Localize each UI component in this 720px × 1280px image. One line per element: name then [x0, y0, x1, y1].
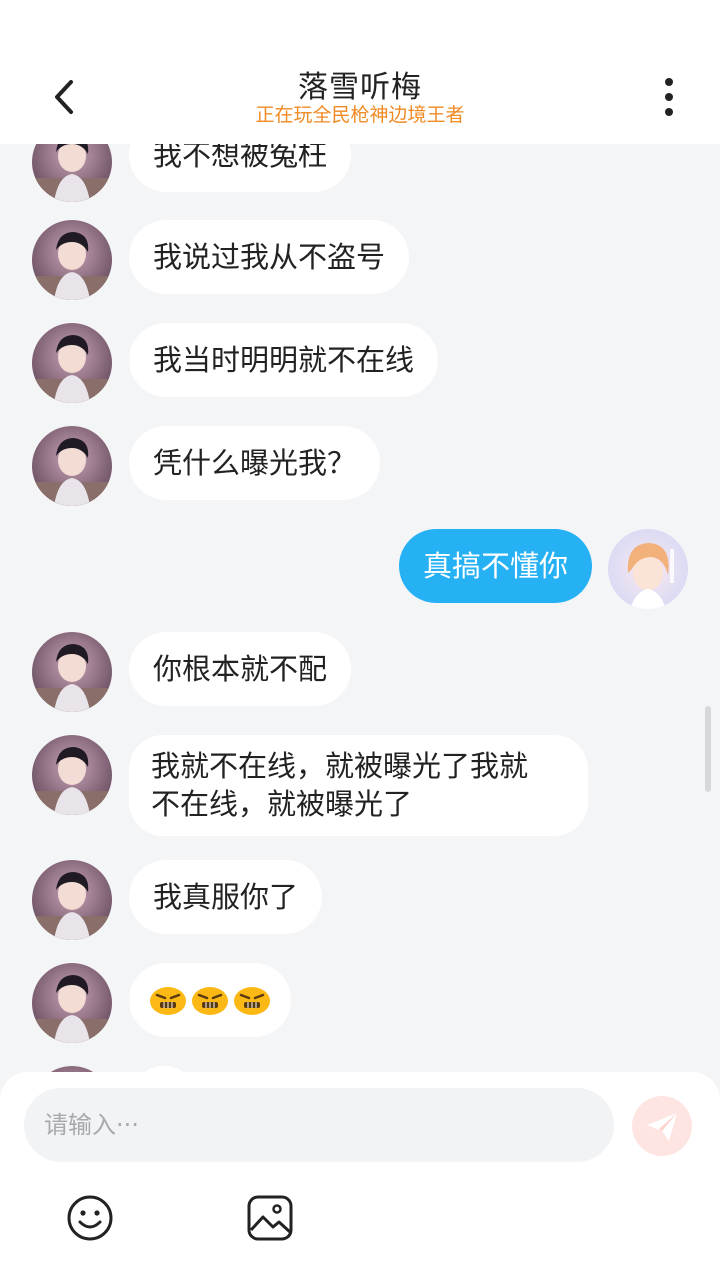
message-text-line: 不在线，就被曝光了	[151, 787, 413, 821]
avatar-image	[32, 323, 112, 403]
scrollbar[interactable]	[705, 706, 711, 792]
angry-face-emoji-icon	[150, 987, 186, 1015]
message-text: 真搞不懂你	[422, 549, 568, 583]
message-text: 你根本就不配	[153, 652, 328, 686]
message-text: 我不想被冤枉	[153, 144, 328, 172]
message-bubble[interactable]: 凭什么曝光我？	[129, 426, 381, 500]
smiley-icon	[67, 1195, 113, 1241]
emoji-button[interactable]	[66, 1194, 114, 1242]
message-text: 我当时明明就不在线	[153, 343, 415, 377]
image-button[interactable]	[246, 1194, 294, 1242]
message-text-line: 我就不在线，就被曝光了我就	[151, 749, 529, 783]
contact-avatar[interactable]	[32, 860, 112, 940]
avatar-image	[32, 220, 112, 300]
more-vertical-icon	[665, 78, 673, 116]
avatar-image	[608, 529, 688, 609]
chat-header: 落雪听梅 正在玩全民枪神边境王者	[0, 50, 720, 144]
contact-avatar[interactable]	[32, 735, 112, 815]
contact-avatar[interactable]	[32, 323, 112, 403]
message-text: 我真服你了	[153, 880, 299, 914]
more-options-button[interactable]	[644, 72, 694, 122]
input-panel	[0, 1072, 720, 1280]
message-bubble[interactable]	[129, 963, 291, 1037]
angry-face-emoji-icon	[192, 987, 228, 1015]
contact-avatar[interactable]	[32, 963, 112, 1043]
message-text: 凭什么曝光我？	[153, 446, 357, 480]
message-bubble[interactable]: 我当时明明就不在线	[129, 323, 439, 397]
chat-status: 正在玩全民枪神边境王者	[255, 104, 465, 126]
message-bubble[interactable]: 我就不在线，就被曝光了我就 不在线，就被曝光了	[129, 735, 588, 836]
avatar-image	[32, 963, 112, 1043]
contact-avatar[interactable]	[32, 632, 112, 712]
message-bubble[interactable]: 我真服你了	[129, 860, 323, 934]
message-input[interactable]	[24, 1088, 614, 1162]
message-bubble[interactable]: 你根本就不配	[129, 632, 352, 706]
message-list[interactable]: 我不想被冤枉 我说过我从不盗号 我当时明明就不在线 凭什么曝光我？ 真搞不懂你 …	[0, 144, 720, 1072]
angry-face-emoji-icon	[234, 987, 270, 1015]
avatar-image	[32, 735, 112, 815]
emoji-group	[149, 981, 271, 1019]
image-icon	[247, 1195, 293, 1241]
contact-avatar[interactable]	[32, 426, 112, 506]
message-bubble[interactable]: 我说过我从不盗号	[129, 220, 410, 294]
my-avatar[interactable]	[608, 529, 688, 609]
contact-avatar[interactable]	[32, 144, 112, 202]
avatar-image	[32, 144, 112, 202]
avatar-image	[32, 632, 112, 712]
avatar-image	[32, 860, 112, 940]
contact-avatar[interactable]	[32, 220, 112, 300]
avatar-image	[32, 426, 112, 506]
message-text: 我说过我从不盗号	[153, 240, 386, 274]
status-bar	[0, 0, 720, 50]
message-bubble[interactable]: 我不想被冤枉	[129, 144, 352, 192]
send-icon	[647, 1113, 677, 1141]
my-message-bubble[interactable]: 真搞不懂你	[398, 529, 592, 603]
send-button[interactable]	[632, 1096, 692, 1156]
